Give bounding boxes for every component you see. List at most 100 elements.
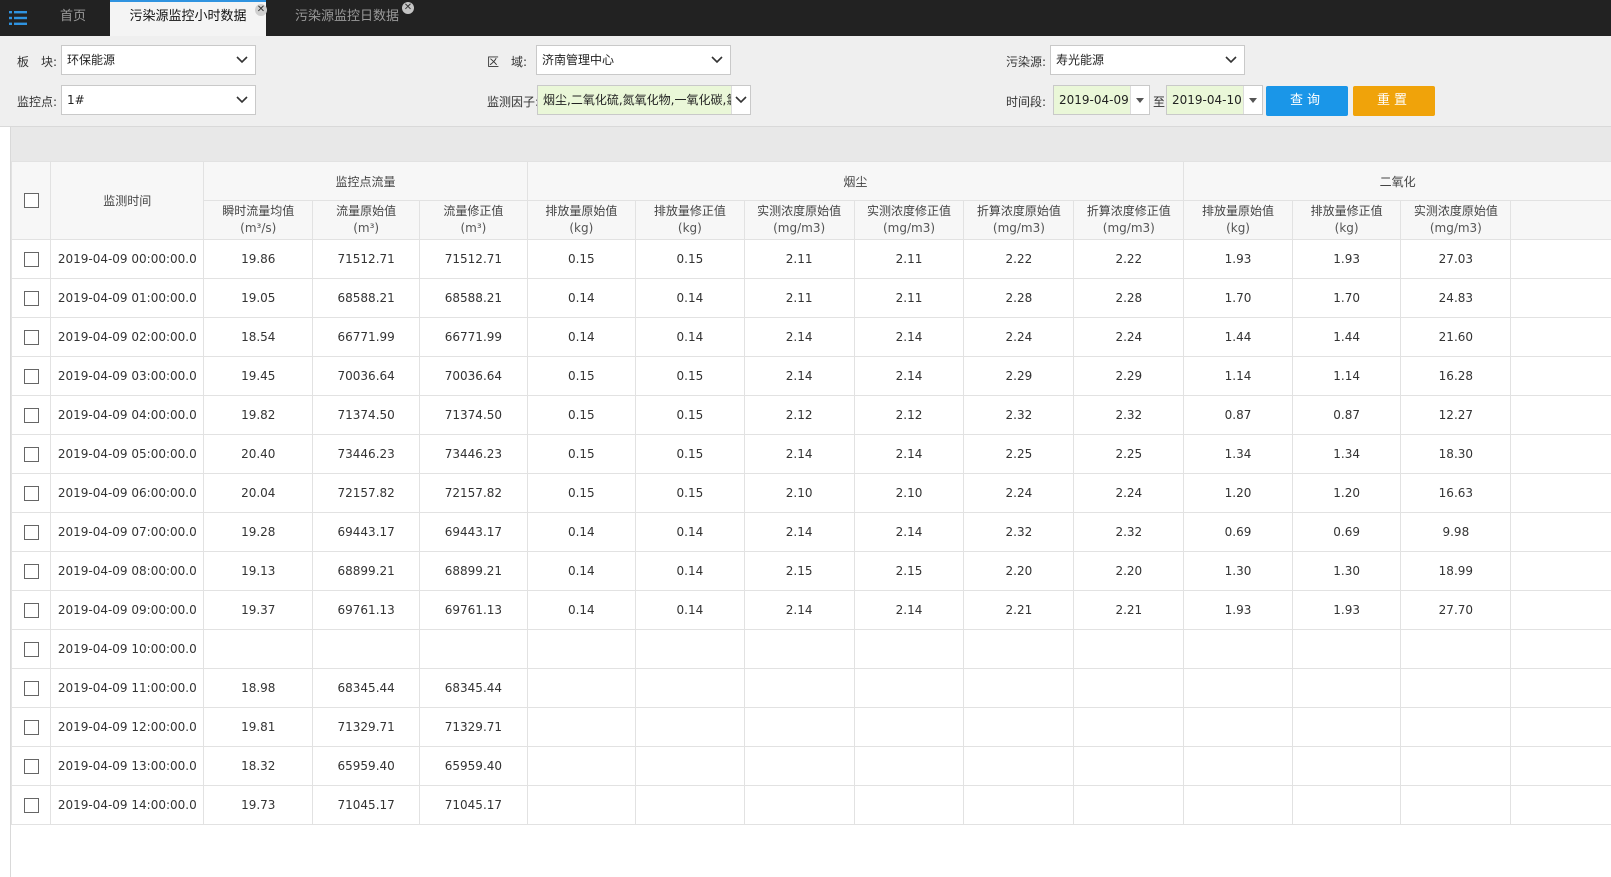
factor-multiselect[interactable]: 烟尘,二氧化硫,氮氧化物,一氧化碳,氯 [537,85,751,115]
cell-value: 68345.44 [419,668,528,708]
cell-value: 1.93 [1291,590,1402,630]
row-checkbox[interactable] [23,524,39,540]
row-checkbox[interactable] [23,563,39,579]
cell-value: 19.73 [203,785,314,825]
column-header-unit: (mg/m3) [1102,221,1155,235]
row-select-cell [11,473,52,513]
table-row[interactable]: 2019-04-09 07:00:00.0 19.28 69443.17 69443.… [11,512,1611,552]
cell-value: 66771.99 [419,317,528,357]
cell-value: 1.34 [1291,434,1402,474]
date-to-input[interactable]: 2019-04-10 [1166,85,1263,115]
table-row[interactable]: 2019-04-09 03:00:00.0 19.45 70036.64 70036.… [11,356,1611,396]
table-row[interactable]: 2019-04-09 02:00:00.0 18.54 66771.99 66771.… [11,317,1611,357]
row-checkbox[interactable] [23,719,39,735]
cell-value: 19.13 [203,551,314,591]
group-header: 监控点流量 [203,161,528,201]
column-header [1510,200,1611,240]
row-checkbox[interactable] [23,797,39,813]
table-row[interactable]: 2019-04-09 10:00:00.0 [11,629,1611,669]
row-checkbox[interactable] [23,290,39,306]
block-select[interactable]: 环保能源 [61,45,256,75]
column-header-name: 流量原始值 [336,204,397,218]
cell-value [853,707,965,747]
column-header: 折算浓度修正值 (mg/m3) [1073,200,1185,240]
date-to-value: 2019-04-10 [1172,93,1242,107]
cell-value: 2.28 [963,278,1075,318]
cell-time: 2019-04-09 04:00:00.0 [50,395,205,435]
cell-value [853,746,965,786]
cell-value: 2.24 [963,473,1075,513]
close-icon[interactable]: ✕ [402,2,414,14]
table-row[interactable]: 2019-04-09 00:00:00.0 19.86 71512.71 71512.… [11,239,1611,279]
cell-value [1510,785,1611,825]
date-from-dropdown[interactable] [1130,86,1149,114]
cell-value: 2.21 [963,590,1075,630]
column-header-unit: (m³) [460,221,487,235]
cell-value [1073,746,1185,786]
source-select[interactable]: 寿光能源 [1050,45,1245,75]
date-from-input[interactable]: 2019-04-09 [1053,85,1150,115]
column-header-name: 排放量原始值 [1202,204,1275,218]
cell-value: 2.14 [853,317,965,357]
cell-value: 0.15 [526,239,637,279]
table-row[interactable]: 2019-04-09 11:00:00.0 18.98 68345.44 68345.… [11,668,1611,708]
row-checkbox[interactable] [23,329,39,345]
tab-daily-data[interactable]: 污染源监控日数据 ✕ [278,0,416,36]
block-label: 板 块: [17,55,58,69]
tab-home[interactable]: 首页 [37,0,109,36]
query-button[interactable]: 查询 [1266,86,1348,116]
close-icon[interactable]: ✕ [255,4,267,16]
region-select[interactable]: 济南管理中心 [536,45,731,75]
caret-down-icon [1249,98,1257,103]
table-row[interactable]: 2019-04-09 05:00:00.0 20.40 73446.23 73446.… [11,434,1611,474]
column-header-time: 监测时间 [50,161,205,240]
cell-value [1183,785,1293,825]
cell-value: 19.37 [203,590,314,630]
column-header-unit: (m³) [353,221,380,235]
region-label: 区 域: [487,55,528,69]
table-row[interactable]: 2019-04-09 13:00:00.0 18.32 65959.40 65959.… [11,746,1611,786]
cell-value: 20.04 [203,473,314,513]
row-checkbox[interactable] [23,602,39,618]
cell-value [743,707,855,747]
row-checkbox[interactable] [23,680,39,696]
date-to-dropdown[interactable] [1243,86,1262,114]
table-row[interactable]: 2019-04-09 09:00:00.0 19.37 69761.13 69761.… [11,590,1611,630]
hourly-data-table: 监测时间 监控点流量 烟尘 二氧化 瞬时流量均值 (m³/s) 流量原始值 (m³) 流量修正… [11,161,1611,825]
tab-hourly-data[interactable]: 污染源监控小时数据 ✕ [110,0,267,36]
row-checkbox[interactable] [23,407,39,423]
table-row[interactable]: 2019-04-09 01:00:00.0 19.05 68588.21 68588.… [11,278,1611,318]
table-row[interactable]: 2019-04-09 04:00:00.0 19.82 71374.50 71374.… [11,395,1611,435]
reset-button[interactable]: 重置 [1353,86,1435,116]
table-row[interactable]: 2019-04-09 08:00:00.0 19.13 68899.21 68899.… [11,551,1611,591]
cell-value: 2.10 [853,473,965,513]
cell-value: 1.30 [1183,551,1293,591]
select-all-checkbox[interactable] [23,193,39,208]
table-row[interactable]: 2019-04-09 06:00:00.0 20.04 72157.82 72157.… [11,473,1611,513]
table-row[interactable]: 2019-04-09 12:00:00.0 19.81 71329.71 71329.… [11,707,1611,747]
point-select[interactable]: 1# [61,85,256,115]
row-checkbox[interactable] [23,251,39,267]
row-checkbox[interactable] [23,446,39,462]
column-header: 实测浓度修正值 (mg/m3) [853,200,965,240]
cell-value: 2.14 [853,356,965,396]
cell-value: 70036.64 [419,356,528,396]
cell-value [1510,278,1611,318]
row-checkbox[interactable] [23,641,39,657]
cell-value [635,746,745,786]
cell-value: 2.20 [963,551,1075,591]
cell-value [963,629,1075,669]
row-checkbox[interactable] [23,368,39,384]
cell-value: 0.69 [1183,512,1293,552]
row-checkbox[interactable] [23,758,39,774]
row-checkbox[interactable] [23,485,39,501]
column-header: 实测浓度原始值 (mg/m3) [1400,200,1512,240]
column-header-unit: (mg/m3) [992,221,1045,235]
cell-value: 0.15 [635,473,745,513]
cell-value: 0.14 [526,512,637,552]
table-row[interactable]: 2019-04-09 14:00:00.0 19.73 71045.17 71045.… [11,785,1611,825]
cell-value: 2.22 [1073,239,1185,279]
cell-value: 1.70 [1291,278,1402,318]
menu-list-icon[interactable] [0,0,36,36]
cell-value: 71512.71 [312,239,421,279]
